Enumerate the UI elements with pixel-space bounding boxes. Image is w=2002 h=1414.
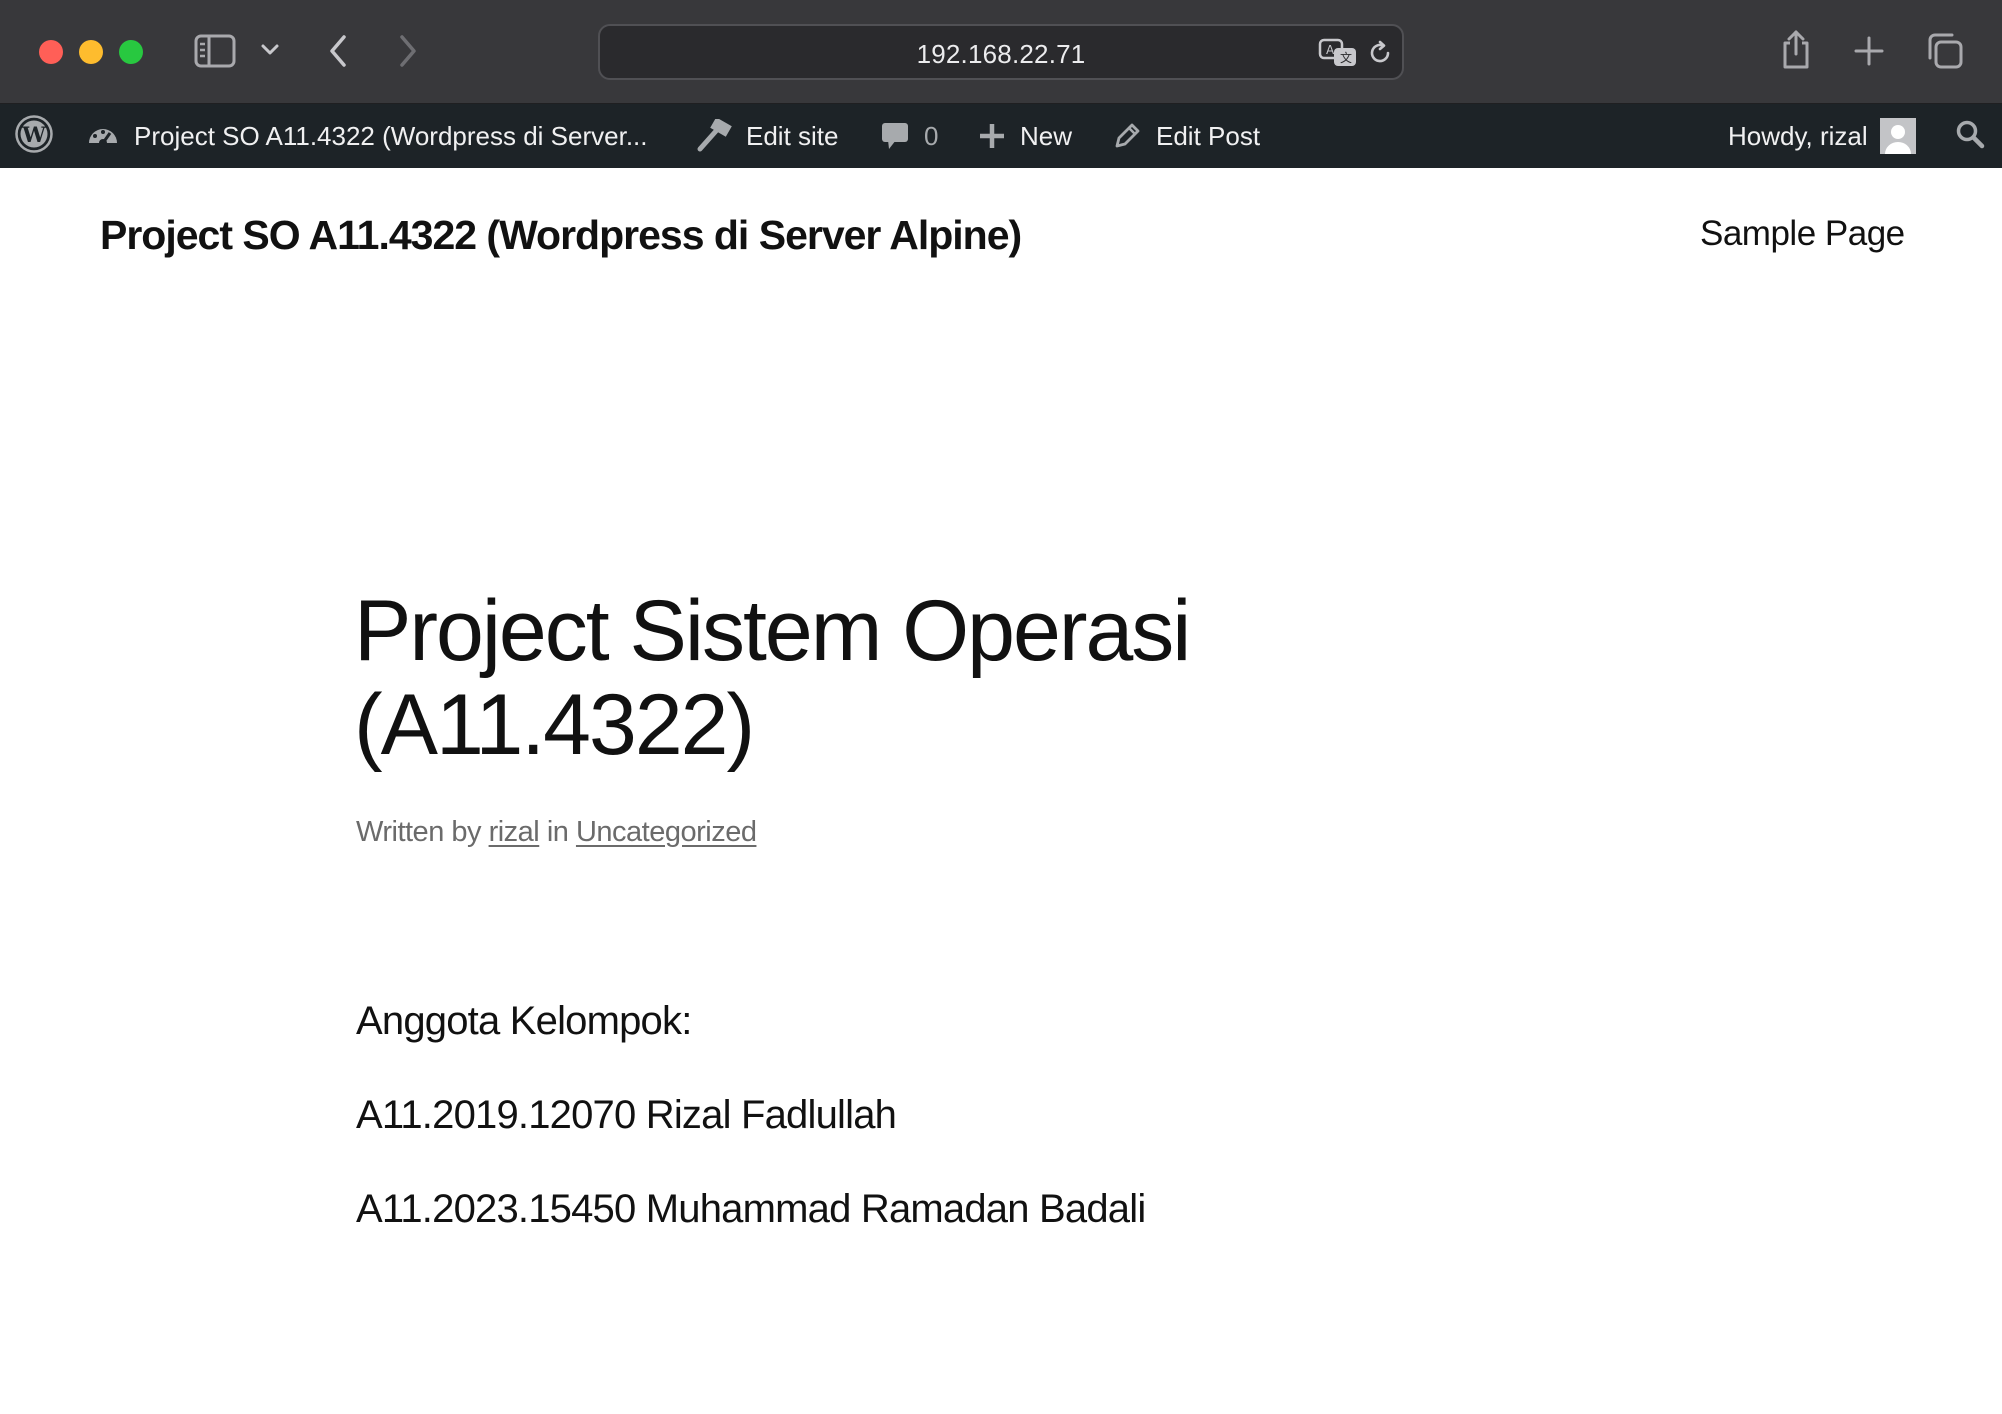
- plus-icon[interactable]: [1854, 36, 1884, 66]
- translate-icon[interactable]: A 文: [1318, 38, 1358, 68]
- address-bar[interactable]: 192.168.22.71 A 文: [598, 24, 1404, 80]
- new-content-button[interactable]: New: [978, 104, 1072, 168]
- comments-button[interactable]: 0: [880, 104, 938, 168]
- reload-icon[interactable]: [1366, 39, 1394, 67]
- edit-post-button[interactable]: Edit Post: [1112, 104, 1260, 168]
- in-label: in: [546, 816, 569, 848]
- post-title: Project Sistem Operasi (A11.4322): [354, 584, 1354, 772]
- nav-item-sample-page[interactable]: Sample Page: [1700, 214, 1905, 254]
- category-link[interactable]: Uncategorized: [576, 816, 757, 848]
- share-icon[interactable]: [1780, 28, 1812, 70]
- content-paragraph: A11.2023.15450 Muhammad Ramadan Badali: [356, 1187, 1146, 1231]
- zoom-window-button[interactable]: [119, 40, 143, 64]
- minimize-window-button[interactable]: [79, 40, 103, 64]
- edit-post-label: Edit Post: [1156, 120, 1261, 151]
- content-paragraph: A11.2019.12070 Rizal Fadlullah: [356, 1093, 897, 1137]
- search-icon: [1954, 118, 1986, 155]
- new-label: New: [1020, 120, 1073, 151]
- wp-admin-bar: W Project SO A11.4322 (Wordpress di Serv…: [0, 104, 2002, 168]
- chevron-down-icon[interactable]: [260, 42, 280, 58]
- wp-logo-menu[interactable]: W: [14, 104, 54, 168]
- written-by-label: Written by: [356, 816, 482, 848]
- chevron-right-icon[interactable]: [396, 32, 420, 70]
- url-text: 192.168.22.71: [916, 39, 1086, 69]
- svg-text:A: A: [1326, 43, 1335, 57]
- pencil-icon: [1112, 121, 1142, 151]
- close-window-button[interactable]: [39, 40, 63, 64]
- svg-text:文: 文: [1340, 50, 1352, 65]
- site-title[interactable]: Project SO A11.4322 (Wordpress di Server…: [100, 212, 1022, 259]
- dashboard-icon: [86, 119, 120, 153]
- howdy-label: Howdy, rizal: [1728, 120, 1868, 151]
- svg-text:W: W: [21, 122, 46, 147]
- tabs-overview-icon[interactable]: [1926, 32, 1964, 70]
- post-title-line-1: Project Sistem Operasi: [354, 583, 1191, 679]
- edit-site-button[interactable]: Edit site: [696, 104, 839, 168]
- my-account-menu[interactable]: Howdy, rizal: [1728, 104, 1916, 168]
- post-content: Anggota Kelompok: A11.2019.12070 Rizal F…: [356, 995, 1556, 1277]
- edit-site-label: Edit site: [746, 120, 839, 151]
- chevron-left-icon[interactable]: [326, 32, 350, 70]
- comments-count: 0: [924, 120, 939, 151]
- post-meta: Written by rizal in Uncategorized: [356, 816, 757, 849]
- wordpress-logo-icon: W: [14, 114, 54, 159]
- hammer-icon: [696, 119, 732, 153]
- post-title-line-2: (A11.4322): [354, 677, 755, 773]
- plus-icon: [978, 122, 1006, 150]
- sidebar-icon[interactable]: [194, 33, 236, 69]
- content-paragraph: Anggota Kelompok:: [356, 999, 692, 1043]
- author-link[interactable]: rizal: [489, 816, 540, 848]
- search-button[interactable]: [1954, 104, 1986, 168]
- site-name-menu[interactable]: Project SO A11.4322 (Wordpress di Server…: [86, 104, 648, 168]
- site-name-label: Project SO A11.4322 (Wordpress di Server…: [134, 120, 648, 151]
- browser-toolbar: 192.168.22.71 A 文: [0, 0, 2002, 104]
- comment-icon: [880, 120, 910, 152]
- avatar: [1879, 118, 1916, 154]
